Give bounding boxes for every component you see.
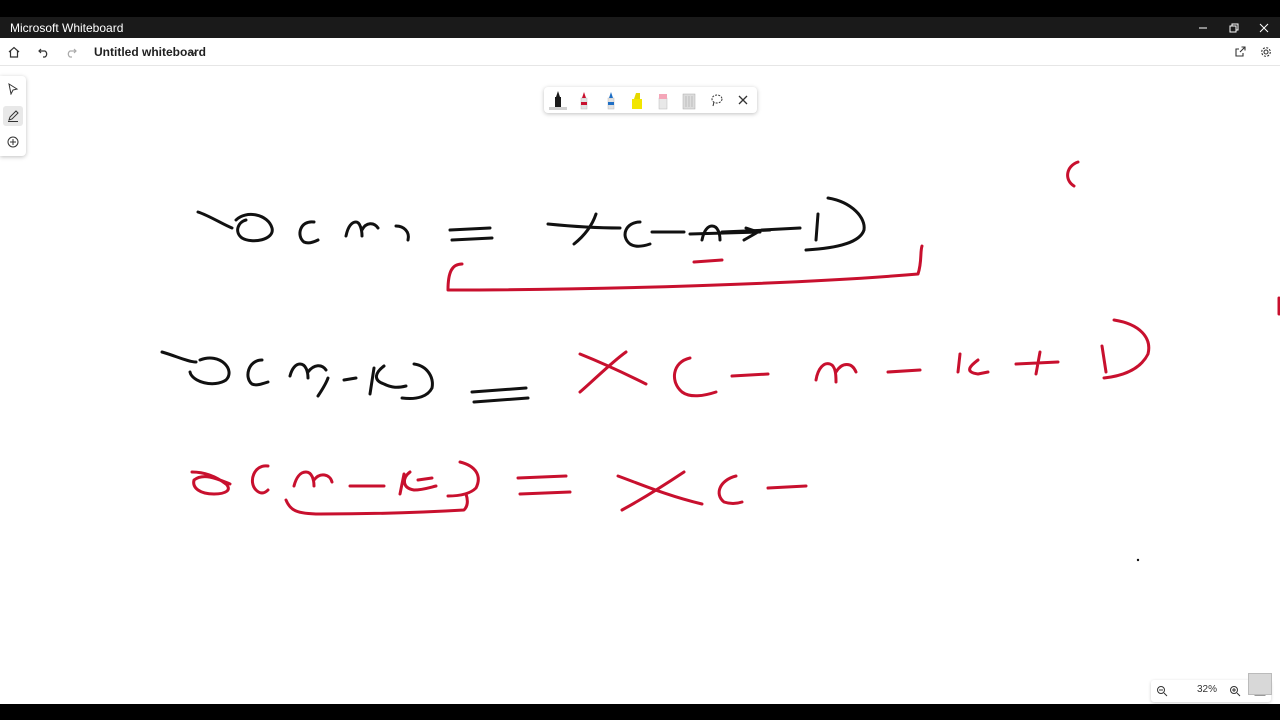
- zoom-in-icon: [1230, 686, 1241, 697]
- window-title: Microsoft Whiteboard: [10, 21, 124, 35]
- redo-button[interactable]: [61, 42, 81, 62]
- share-icon: [1235, 46, 1246, 57]
- yellow-highlighter[interactable]: [626, 89, 648, 111]
- whiteboard-canvas[interactable]: [0, 66, 1280, 704]
- lasso-icon: [711, 94, 723, 107]
- restore-icon: [1229, 23, 1239, 32]
- black-pen[interactable]: [547, 89, 569, 111]
- zoom-level: 32%: [1196, 684, 1217, 695]
- close-pen-tray-button[interactable]: [733, 90, 753, 110]
- app-toolbar: Untitled whiteboard: [0, 38, 1280, 66]
- blue-pen[interactable]: [600, 89, 622, 111]
- minimize-icon: [1199, 27, 1207, 28]
- settings-button[interactable]: [1256, 42, 1276, 62]
- left-toolbar: [0, 76, 26, 156]
- screen-top-strip: [0, 0, 1280, 17]
- pen-tray: [544, 87, 757, 113]
- cursor-icon: [8, 83, 19, 95]
- add-button[interactable]: [3, 132, 23, 152]
- close-icon: [738, 95, 748, 105]
- gear-icon: [1261, 47, 1271, 57]
- document-menu-button[interactable]: [188, 45, 198, 63]
- chevron-down-icon: [189, 51, 197, 56]
- zoom-in-button[interactable]: [1226, 682, 1244, 700]
- red-pen[interactable]: [573, 89, 595, 111]
- zoom-out-icon: [1157, 686, 1168, 697]
- share-button[interactable]: [1230, 42, 1250, 62]
- ink-tool-button[interactable]: [3, 106, 23, 126]
- plus-circle-icon: [7, 136, 19, 148]
- minimize-button[interactable]: [1188, 17, 1218, 38]
- home-icon: [8, 46, 20, 58]
- minimap-thumbnail[interactable]: [1248, 673, 1272, 695]
- redo-icon: [67, 48, 77, 58]
- window-titlebar: Microsoft Whiteboard: [0, 17, 1280, 38]
- zoom-out-button[interactable]: [1153, 682, 1171, 700]
- undo-button[interactable]: [34, 42, 54, 62]
- eraser[interactable]: [652, 89, 674, 111]
- screen-bottom-strip: [0, 704, 1280, 720]
- close-window-button[interactable]: [1249, 17, 1279, 38]
- restore-button[interactable]: [1219, 17, 1249, 38]
- lasso-select-button[interactable]: [707, 90, 727, 110]
- pen-icon: [8, 110, 19, 122]
- close-icon: [1259, 23, 1269, 32]
- ruler[interactable]: [678, 89, 700, 111]
- undo-icon: [38, 48, 48, 58]
- home-button[interactable]: [4, 42, 24, 62]
- select-tool-button[interactable]: [3, 79, 23, 99]
